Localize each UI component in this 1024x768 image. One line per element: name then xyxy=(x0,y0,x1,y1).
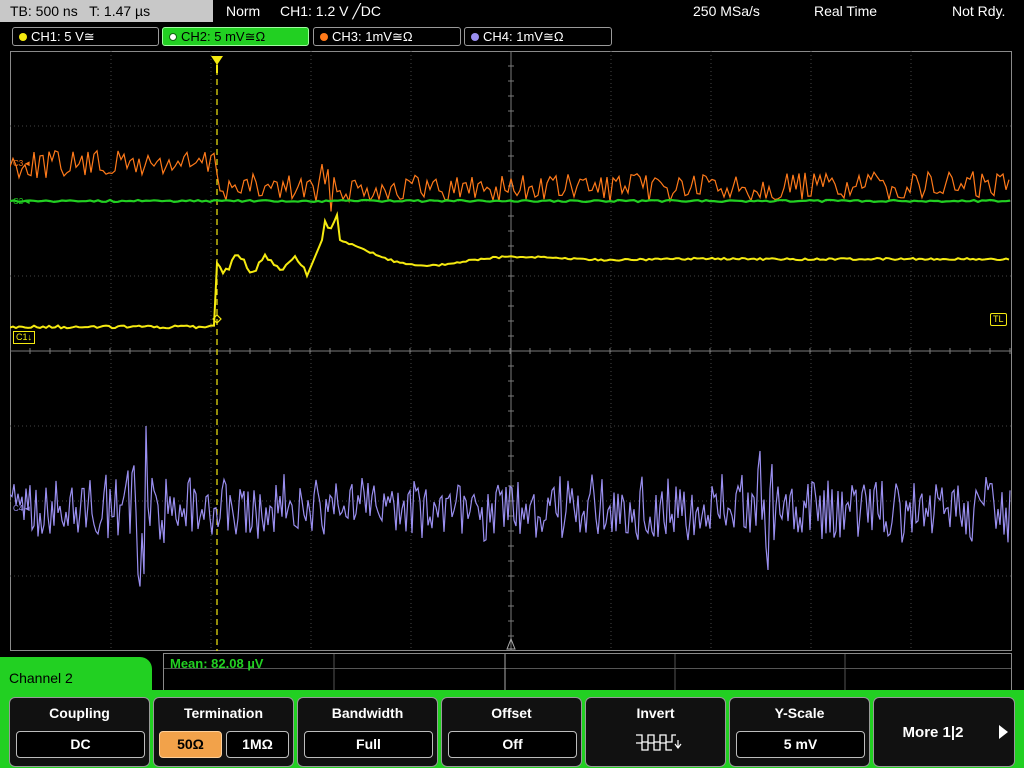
bandwidth-title: Bandwidth xyxy=(331,705,404,721)
coupling-title: Coupling xyxy=(49,705,110,721)
bandwidth-softkey[interactable]: Bandwidth Full xyxy=(297,697,438,767)
measurement-readout: Mean: 82.08 µV xyxy=(170,656,264,671)
trigger-level-marker[interactable]: TL xyxy=(990,313,1007,326)
ch4-marker[interactable]: C4◄ xyxy=(11,503,33,514)
status-bar: Norm CH1: 1.2 V ╱DC 250 MSa/s Real Time … xyxy=(216,0,1024,22)
invert-softkey[interactable]: Invert xyxy=(585,697,726,767)
measurement-grid xyxy=(164,654,1011,690)
timebase-display[interactable]: TB: 500 ns T: 1.47 µs xyxy=(0,0,213,22)
yscale-title: Y-Scale xyxy=(774,705,825,721)
termination-softkey[interactable]: Termination 50Ω 1MΩ xyxy=(153,697,294,767)
square-wave-invert-icon xyxy=(636,734,682,751)
ch3-color-icon xyxy=(320,33,328,41)
ch1-ground-marker[interactable]: C1↓ xyxy=(13,331,36,344)
acquisition-state: Not Rdy. xyxy=(952,3,1006,19)
yscale-value: 5 mV xyxy=(736,731,865,758)
offset-title: Offset xyxy=(491,705,532,721)
trigger-source: CH1: 1.2 V ╱DC xyxy=(280,3,382,19)
more-label: More 1|2 xyxy=(902,724,964,741)
ch2-tab[interactable]: CH2: 5 mV≅Ω xyxy=(162,27,309,46)
next-page-icon xyxy=(999,725,1008,739)
measurement-panel: Mean: 82.08 µV xyxy=(163,653,1012,691)
trigger-time: T: 1.47 µs xyxy=(89,3,151,19)
ch1-color-icon xyxy=(19,33,27,41)
coupling-softkey[interactable]: Coupling DC xyxy=(9,697,150,767)
sample-rate: 250 MSa/s xyxy=(693,3,760,19)
acquisition-mode: Real Time xyxy=(814,3,878,19)
offset-value: Off xyxy=(448,731,577,758)
coupling-value: DC xyxy=(16,731,145,758)
offset-softkey[interactable]: Offset Off xyxy=(441,697,582,767)
ch4-color-icon xyxy=(471,33,479,41)
invert-title: Invert xyxy=(636,705,675,721)
termination-title: Termination xyxy=(183,705,264,721)
channel-menu-title: Channel 2 xyxy=(9,670,73,686)
ch3-marker[interactable]: C3◄ xyxy=(11,158,33,169)
channel-menu-tab: Channel 2 xyxy=(0,657,152,701)
more-softkey[interactable]: More 1|2 xyxy=(873,697,1015,767)
ch2-color-icon xyxy=(169,33,177,41)
ch4-tab[interactable]: CH4: 1mV≅Ω xyxy=(464,27,612,46)
timebase-value: TB: 500 ns xyxy=(10,3,78,19)
termination-1mohm-option[interactable]: 1MΩ xyxy=(226,731,289,758)
bandwidth-value: Full xyxy=(304,731,433,758)
ch2-marker[interactable]: C2◄ xyxy=(11,196,33,207)
ch3-tab[interactable]: CH3: 1mV≅Ω xyxy=(313,27,461,46)
ch1-tab[interactable]: CH1: 5 V≅ xyxy=(12,27,159,46)
waveform-display[interactable]: C1↓ TL C2◄ C3◄ C4◄ xyxy=(10,51,1012,651)
trigger-mode: Norm xyxy=(226,3,261,19)
yscale-softkey[interactable]: Y-Scale 5 mV xyxy=(729,697,870,767)
termination-50ohm-option[interactable]: 50Ω xyxy=(159,731,222,758)
